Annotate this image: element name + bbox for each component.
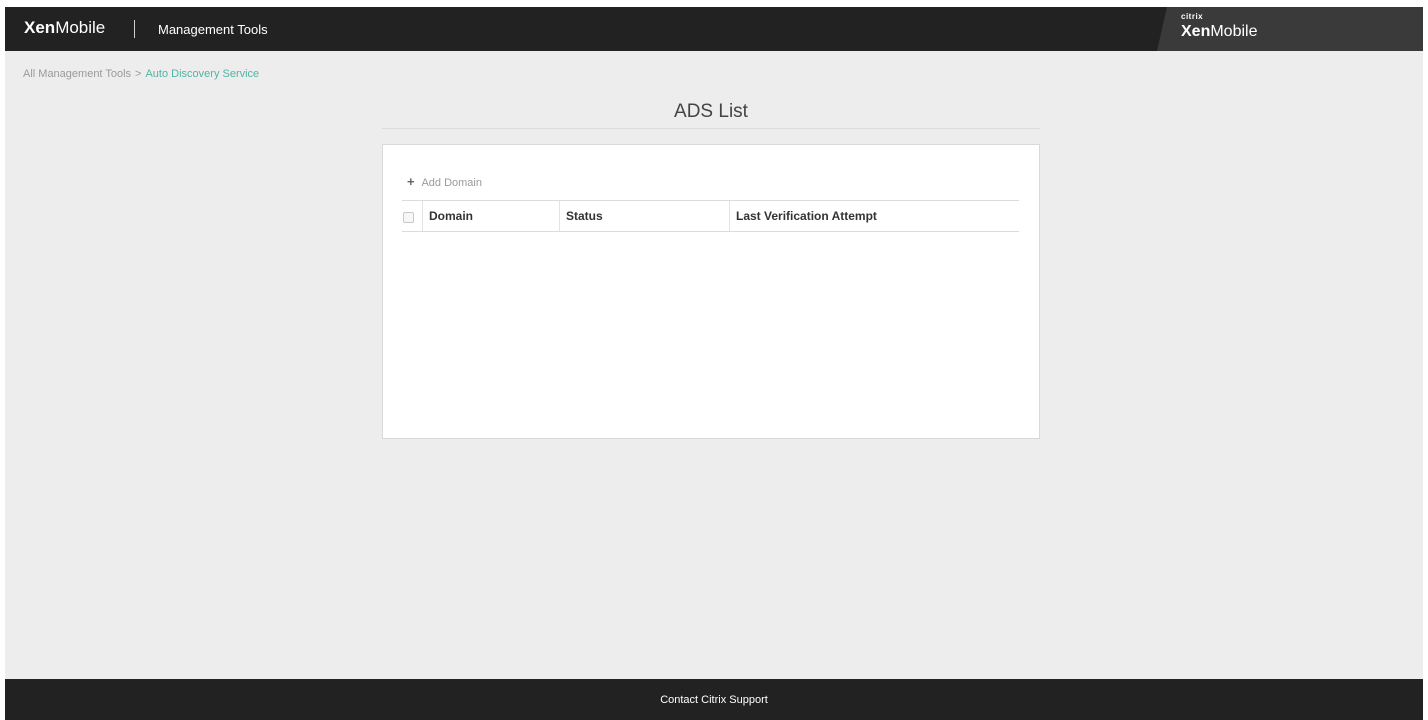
app-frame: XenMobile Management Tools citrix XenMob… xyxy=(5,7,1423,720)
top-header: XenMobile Management Tools citrix XenMob… xyxy=(5,7,1423,51)
breadcrumb: All Management Tools > Auto Discovery Serv… xyxy=(23,67,259,81)
contact-support-link[interactable]: Contact Citrix Support xyxy=(5,693,1423,707)
section-title: Management Tools xyxy=(158,22,268,37)
add-domain-label: Add Domain xyxy=(421,177,482,189)
select-all-checkbox[interactable] xyxy=(403,212,414,223)
page-title: ADS List xyxy=(674,101,748,122)
ads-list-panel: + Add Domain Domain Status Last Verifica… xyxy=(382,144,1040,439)
column-divider xyxy=(559,201,560,231)
plus-icon: + xyxy=(407,174,415,189)
add-domain-button[interactable]: + Add Domain xyxy=(407,175,482,190)
citrix-logo-text: citrix xyxy=(1181,12,1204,21)
column-header-domain[interactable]: Domain xyxy=(429,201,473,231)
table-header-row: Domain Status Last Verification Attempt xyxy=(402,201,1019,231)
footer: Contact Citrix Support xyxy=(5,679,1423,720)
column-header-status[interactable]: Status xyxy=(566,201,603,231)
column-header-last-verification[interactable]: Last Verification Attempt xyxy=(736,201,877,231)
header-divider xyxy=(134,20,135,38)
title-divider xyxy=(382,128,1040,129)
breadcrumb-parent-link[interactable]: All Management Tools xyxy=(23,68,131,80)
citrix-xenmobile-logo: XenMobile xyxy=(1181,23,1258,40)
breadcrumb-separator: > xyxy=(135,68,142,80)
domain-table: Domain Status Last Verification Attempt xyxy=(402,200,1019,232)
breadcrumb-current[interactable]: Auto Discovery Service xyxy=(145,68,259,80)
column-divider xyxy=(729,201,730,231)
xenmobile-logo: XenMobile xyxy=(24,18,106,37)
column-divider xyxy=(422,201,423,231)
